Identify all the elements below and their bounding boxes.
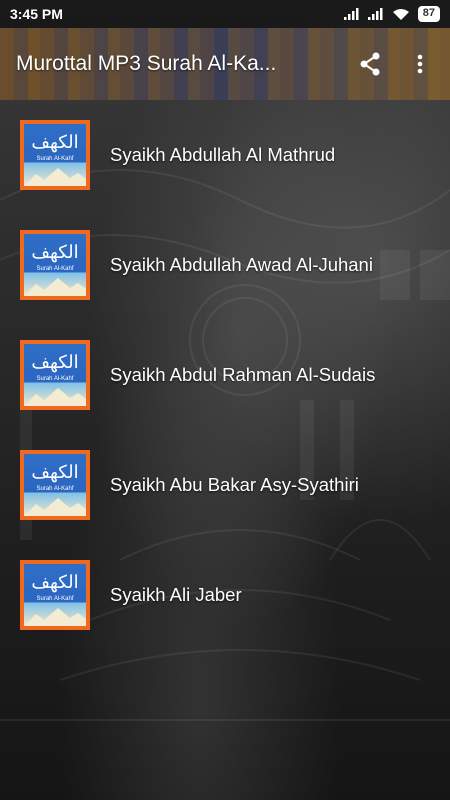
screen: 3:45 PM 87 Murottal MP3 Surah Al-Ka... ا… [0, 0, 450, 800]
surah-thumbnail: الكهف Surah Al-Kahf [20, 560, 90, 630]
thumbnail-arabic-text: الكهف [31, 242, 79, 263]
reciter-name: Syaikh Abdullah Al Mathrud [110, 144, 336, 165]
thumbnail-caption: Surah Al-Kahf [36, 486, 74, 492]
surah-thumbnail: الكهف Surah Al-Kahf [20, 450, 90, 520]
signal-icon-2 [367, 8, 383, 20]
signal-icon [343, 8, 359, 20]
status-icons: 87 [343, 6, 440, 22]
reciter-name: Syaikh Abdullah Awad Al-Juhani [110, 254, 373, 275]
mountain-icon [24, 498, 86, 516]
thumbnail-arabic-text: الكهف [31, 352, 79, 373]
app-bar: Murottal MP3 Surah Al-Ka... [0, 28, 450, 100]
list-item-reciter[interactable]: الكهف Surah Al-Kahf Syaikh Abdullah Al M… [0, 100, 450, 210]
thumbnail-caption: Surah Al-Kahf [36, 596, 74, 602]
wifi-icon [392, 8, 409, 20]
overflow-menu-button[interactable] [406, 50, 434, 78]
status-bar: 3:45 PM 87 [0, 0, 450, 28]
surah-thumbnail: الكهف Surah Al-Kahf [20, 120, 90, 190]
surah-thumbnail: الكهف Surah Al-Kahf [20, 340, 90, 410]
mountain-icon [24, 388, 86, 406]
mountain-icon [24, 278, 86, 296]
battery-indicator: 87 [417, 6, 440, 22]
mountain-icon [24, 168, 86, 186]
thumbnail-arabic-text: الكهف [31, 462, 79, 483]
app-title: Murottal MP3 Surah Al-Ka... [16, 52, 277, 75]
thumbnail-arabic-text: الكهف [31, 132, 79, 153]
reciter-name: Syaikh Abu Bakar Asy-Syathiri [110, 474, 359, 495]
app-actions [356, 50, 434, 78]
reciter-name: Syaikh Abdul Rahman Al-Sudais [110, 364, 376, 385]
share-icon [360, 52, 380, 76]
more-vert-icon [417, 54, 423, 74]
status-time: 3:45 PM [10, 6, 63, 22]
reciter-list: الكهف Surah Al-Kahf Syaikh Abdullah Al M… [0, 100, 450, 650]
surah-thumbnail: الكهف Surah Al-Kahf [20, 230, 90, 300]
thumbnail-caption: Surah Al-Kahf [36, 376, 74, 382]
list-item-reciter[interactable]: الكهف Surah Al-Kahf Syaikh Ali Jaber [0, 540, 450, 650]
mountain-icon [24, 608, 86, 626]
list-item-reciter[interactable]: الكهف Surah Al-Kahf Syaikh Abdullah Awad… [0, 210, 450, 320]
thumbnail-caption: Surah Al-Kahf [36, 266, 74, 272]
list-item-reciter[interactable]: الكهف Surah Al-Kahf Syaikh Abdul Rahman … [0, 320, 450, 430]
list-item-reciter[interactable]: الكهف Surah Al-Kahf Syaikh Abu Bakar Asy… [0, 430, 450, 540]
thumbnail-caption: Surah Al-Kahf [36, 156, 74, 162]
share-button[interactable] [356, 50, 384, 78]
thumbnail-arabic-text: الكهف [31, 572, 79, 593]
reciter-name: Syaikh Ali Jaber [110, 584, 242, 605]
